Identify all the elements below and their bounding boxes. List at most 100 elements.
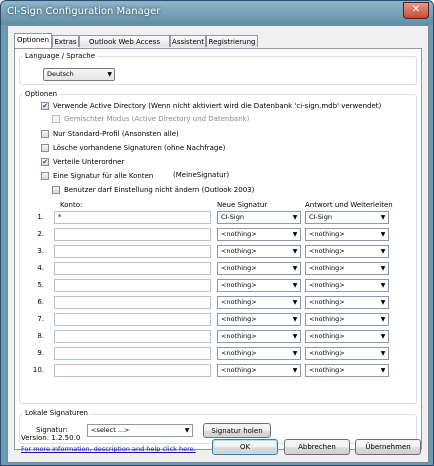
language-select[interactable]: Deutsch ▼ (43, 68, 115, 81)
chevron-down-icon: ▼ (380, 282, 386, 289)
cb-label: Verteile Unterordner (53, 158, 125, 166)
select-value: <nothing> (309, 298, 345, 306)
antwort-select[interactable]: <nothing> ▼ (305, 364, 389, 377)
chevron-down-icon: ▼ (292, 350, 298, 357)
select-value: <nothing> (309, 247, 345, 255)
row-number: 8. (37, 332, 44, 340)
close-button[interactable]: ✕ (403, 2, 429, 19)
chevron-down-icon: ▼ (292, 333, 298, 340)
neue-signatur-select[interactable]: <nothing> ▼ (217, 364, 301, 377)
tab-owa[interactable]: Outlook Web Access (OWA) (79, 35, 170, 58)
antwort-select[interactable]: <nothing> ▼ (305, 296, 389, 309)
select-value: <nothing> (309, 349, 345, 357)
konto-input[interactable] (54, 245, 211, 258)
header-neue-signatur: Neue Signatur (217, 201, 268, 209)
select-value: <nothing> (221, 315, 257, 323)
konto-input[interactable] (54, 330, 211, 343)
antwort-select[interactable]: <nothing> ▼ (305, 279, 389, 292)
konto-input[interactable]: * (54, 211, 211, 224)
chevron-down-icon: ▼ (107, 71, 112, 78)
select-value: <nothing> (309, 264, 345, 272)
options-group-label: Optionen (23, 90, 60, 98)
checkbox[interactable] (52, 115, 60, 123)
tab-registrierung[interactable]: Registrierung (206, 35, 258, 47)
local-signatures-label: Lokale Signaturen (23, 409, 90, 417)
neue-signatur-select[interactable]: <nothing> ▼ (217, 262, 301, 275)
checkbox[interactable] (52, 186, 60, 194)
row-number: 2. (37, 230, 44, 238)
chevron-down-icon: ▼ (380, 316, 386, 323)
row-number: 5. (37, 281, 44, 289)
info-link[interactable]: For more information, description and he… (21, 445, 196, 453)
language-select-value: Deutsch (47, 70, 74, 78)
checkbox[interactable] (41, 130, 49, 138)
konto-input[interactable] (54, 313, 211, 326)
title-bar: CI-Sign Configuration Manager ✕ (1, 1, 433, 25)
row-number: 7. (37, 315, 44, 323)
konto-input[interactable] (54, 364, 211, 377)
row-number: 9. (37, 349, 44, 357)
konto-input[interactable] (54, 262, 211, 275)
cb-label: Benutzer darf Einstellung nicht ändern (… (64, 186, 255, 194)
chevron-down-icon: ▼ (380, 333, 386, 340)
konto-input[interactable] (54, 296, 211, 309)
select-value: <nothing> (221, 298, 257, 306)
neue-signatur-select[interactable]: <nothing> ▼ (217, 228, 301, 241)
neue-signatur-select[interactable]: <nothing> ▼ (217, 279, 301, 292)
neue-signatur-select[interactable]: <nothing> ▼ (217, 296, 301, 309)
konto-input[interactable] (54, 279, 211, 292)
neue-signatur-select[interactable]: <nothing> ▼ (217, 330, 301, 343)
dialog-client: Optionen Extras Outlook Web Access (OWA)… (7, 25, 429, 463)
checkbox[interactable] (41, 144, 49, 152)
version-label: Version: 1.2.50.0 (21, 434, 81, 442)
select-value: CI-Sign (309, 213, 332, 221)
select-value: <nothing> (221, 281, 257, 289)
chevron-down-icon: ▼ (292, 214, 298, 221)
tab-optionen[interactable]: Optionen (14, 33, 52, 48)
tab-extras[interactable]: Extras (52, 35, 79, 47)
row-number: 6. (37, 298, 44, 306)
chevron-down-icon: ▼ (380, 248, 386, 255)
fetch-signature-button[interactable]: Signatur holen (203, 423, 271, 438)
konto-input[interactable] (54, 228, 211, 241)
antwort-select[interactable]: <nothing> ▼ (305, 347, 389, 360)
chevron-down-icon: ▼ (292, 316, 298, 323)
antwort-select[interactable]: <nothing> ▼ (305, 313, 389, 326)
header-antwort: Antwort und Weiterleiten (305, 201, 393, 209)
select-value: <nothing> (309, 332, 345, 340)
konto-input[interactable] (54, 347, 211, 360)
select-value: <nothing> (309, 315, 345, 323)
close-icon: ✕ (411, 4, 421, 15)
select-value: <nothing> (221, 349, 257, 357)
tab-assistent[interactable]: Assistent (170, 35, 206, 47)
select-value: <nothing> (221, 230, 257, 238)
local-signature-select[interactable]: <select ...> ▼ (87, 424, 193, 437)
select-value: <nothing> (221, 264, 257, 272)
apply-button[interactable]: Übernehmen (355, 439, 421, 455)
neue-signatur-select[interactable]: <nothing> ▼ (217, 347, 301, 360)
checkbox[interactable]: ✔ (41, 102, 49, 110)
checkbox[interactable] (41, 172, 49, 180)
antwort-select[interactable]: CI-Sign ▼ (305, 211, 389, 224)
antwort-select[interactable]: <nothing> ▼ (305, 228, 389, 241)
window-title: CI-Sign Configuration Manager (7, 6, 161, 17)
antwort-select[interactable]: <nothing> ▼ (305, 245, 389, 258)
select-value: <nothing> (309, 281, 345, 289)
app-window: CI-Sign Configuration Manager ✕ Optionen… (0, 0, 434, 466)
neue-signatur-select[interactable]: CI-Sign ▼ (217, 211, 301, 224)
row-number: 10. (32, 366, 44, 374)
cb-label: Lösche vorhandene Signaturen (ohne Nachf… (53, 144, 226, 152)
antwort-select[interactable]: <nothing> ▼ (305, 262, 389, 275)
ok-button[interactable]: OK (212, 439, 278, 455)
language-group-label: Language / Sprache (23, 52, 97, 60)
checkbox[interactable]: ✔ (41, 158, 49, 166)
select-value: <nothing> (309, 230, 345, 238)
antwort-select[interactable]: <nothing> ▼ (305, 330, 389, 343)
neue-signatur-select[interactable]: <nothing> ▼ (217, 245, 301, 258)
cb-label: Nur Standard-Profil (Ansonsten alle) (53, 130, 179, 138)
chevron-down-icon: ▼ (292, 282, 298, 289)
select-value: <nothing> (221, 247, 257, 255)
chevron-down-icon: ▼ (380, 231, 386, 238)
neue-signatur-select[interactable]: <nothing> ▼ (217, 313, 301, 326)
cancel-button[interactable]: Abbrechen (284, 439, 350, 455)
